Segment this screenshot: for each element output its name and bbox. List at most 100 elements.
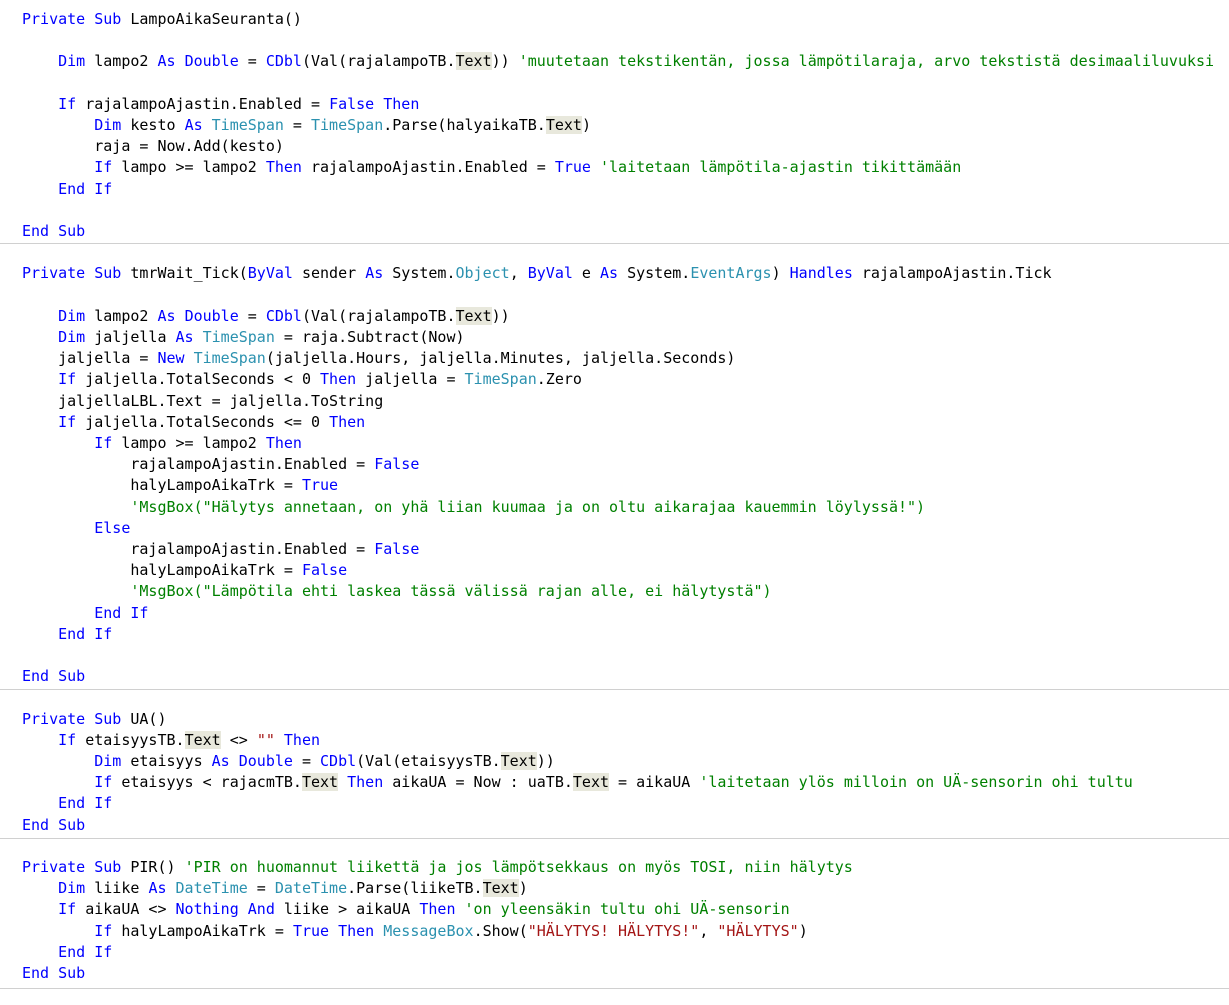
code-line[interactable]: Dim etaisyys As Double = CDbl(Val(etaisy…	[0, 751, 555, 772]
code-token: rajalampoAjastin.Enabled =	[22, 540, 375, 558]
code-line[interactable]: If rajalampoAjastin.Enabled = False Then	[0, 94, 419, 115]
code-token: ))	[491, 306, 510, 325]
code-line[interactable]: End If	[0, 603, 148, 624]
keyword-token: Private Sub	[22, 10, 122, 28]
keyword-token: CDbl	[320, 752, 357, 770]
keyword-token: Private Sub	[22, 264, 122, 283]
keyword-token: Nothing	[175, 900, 239, 919]
code-line[interactable]	[0, 285, 22, 306]
code-line[interactable]: End Sub	[0, 666, 85, 687]
code-line[interactable]: jaljella = New TimeSpan(jaljella.Hours, …	[0, 348, 735, 369]
code-line[interactable]: Else	[0, 518, 130, 539]
code-line[interactable]: If jaljella.TotalSeconds < 0 Then jaljel…	[0, 369, 582, 390]
code-token: (jaljella.Hours, jaljella.Minutes, jalje…	[265, 349, 736, 368]
keyword-token: True	[292, 921, 330, 940]
keyword-token: Dim	[58, 52, 86, 71]
code-line[interactable]: 'MsgBox("Hälytys annetaan, on yhä liian …	[0, 497, 925, 518]
keyword-token: If	[58, 370, 77, 389]
keyword-token: If	[58, 412, 77, 431]
code-line[interactable]: Private Sub tmrWait_Tick(ByVal sender As…	[0, 263, 1052, 284]
code-line[interactable]: Private Sub UA()	[0, 709, 167, 730]
code-line[interactable]	[0, 242, 22, 263]
code-token: rajalampoAjastin.Enabled =	[301, 158, 555, 177]
keyword-token: True	[554, 158, 591, 177]
code-token: jaljella.TotalSeconds < 0	[76, 370, 321, 389]
code-line[interactable]	[0, 73, 22, 94]
code-line[interactable]: If lampo >= lampo2 Then rajalampoAjastin…	[0, 157, 961, 178]
string-token: "HÄLYTYS"	[717, 921, 799, 940]
code-token: .Parse(liikeTB.	[347, 879, 483, 898]
procedure-separator	[0, 988, 1229, 989]
code-token: tmrWait_Tick(	[121, 264, 248, 283]
code-line[interactable]: Dim lampo2 As Double = CDbl(Val(rajalamp…	[0, 306, 510, 327]
code-line[interactable]: jaljellaLBL.Text = jaljella.ToString	[0, 391, 383, 412]
code-line[interactable]: raja = Now.Add(kesto)	[0, 136, 284, 157]
type-token: DateTime	[274, 879, 348, 898]
code-line[interactable]	[0, 645, 22, 666]
code-line[interactable]: rajalampoAjastin.Enabled = False	[0, 454, 419, 475]
code-token: UA()	[121, 709, 167, 728]
code-line[interactable]: 'MsgBox("Lämpötila ehti laskea tässä väl…	[0, 581, 772, 602]
code-line[interactable]: Private Sub LampoAikaSeuranta()	[0, 9, 302, 30]
code-token: jaljella.TotalSeconds <= 0	[76, 412, 330, 431]
code-editor[interactable]: Private Sub LampoAikaSeuranta() Dim lamp…	[0, 0, 1229, 1005]
code-line[interactable]: End If	[0, 624, 112, 645]
code-line[interactable]: rajalampoAjastin.Enabled = False	[0, 539, 419, 560]
code-line[interactable]: End If	[0, 942, 112, 963]
procedure-separator	[0, 689, 1229, 690]
keyword-token: Then	[283, 730, 321, 749]
code-line[interactable]: Dim lampo2 As Double = CDbl(Val(rajalamp…	[0, 51, 1214, 72]
highlighted-token: Text	[482, 879, 519, 898]
code-line[interactable]: Dim jaljella As TimeSpan = raja.Subtract…	[0, 327, 464, 348]
code-line[interactable]	[0, 200, 22, 221]
code-line[interactable]: If halyLampoAikaTrk = True Then MessageB…	[0, 921, 808, 942]
code-line[interactable]: End Sub	[0, 963, 85, 984]
code-line[interactable]: Private Sub PIR() 'PIR on huomannut liik…	[0, 857, 853, 878]
code-line[interactable]: If etaisyys < rajacmTB.Text Then aikaUA …	[0, 772, 1133, 793]
code-token: jaljella	[85, 328, 176, 346]
code-line[interactable]: End Sub	[0, 221, 85, 242]
code-line[interactable]	[0, 30, 22, 51]
code-line[interactable]: If lampo >= lampo2 Then	[0, 433, 302, 454]
comment-token: 'MsgBox("Lämpötila ehti laskea tässä väl…	[130, 582, 772, 601]
code-line[interactable]: Dim liike As DateTime = DateTime.Parse(l…	[0, 878, 528, 899]
code-token: (Val(rajalampoTB.	[301, 52, 456, 71]
code-line[interactable]	[0, 687, 22, 708]
code-line[interactable]: End If	[0, 793, 112, 814]
code-line[interactable]: End If	[0, 179, 112, 200]
keyword-token: As	[157, 306, 176, 325]
code-token: ,	[699, 921, 718, 940]
code-line[interactable]: If jaljella.TotalSeconds <= 0 Then	[0, 412, 365, 433]
code-line[interactable]: If aikaUA <> Nothing And liike > aikaUA …	[0, 899, 790, 920]
type-token: Object	[455, 264, 510, 283]
code-token: =	[238, 52, 266, 71]
code-token: = aikaUA	[609, 773, 700, 792]
keyword-token: Dim	[58, 306, 86, 325]
type-token: TimeSpan	[193, 349, 266, 368]
type-token: DateTime	[175, 879, 248, 898]
keyword-token: Then	[347, 773, 384, 792]
code-line[interactable]: If etaisyysTB.Text <> "" Then	[0, 730, 320, 751]
code-token: )	[798, 921, 808, 940]
code-line[interactable]: halyLampoAikaTrk = False	[0, 560, 347, 581]
code-line[interactable]: Dim kesto As TimeSpan = TimeSpan.Parse(h…	[0, 115, 591, 136]
code-line[interactable]: End Sub	[0, 815, 85, 836]
code-token: .Parse(halyaikaTB.	[383, 116, 546, 134]
code-line[interactable]: halyLampoAikaTrk = True	[0, 475, 338, 496]
